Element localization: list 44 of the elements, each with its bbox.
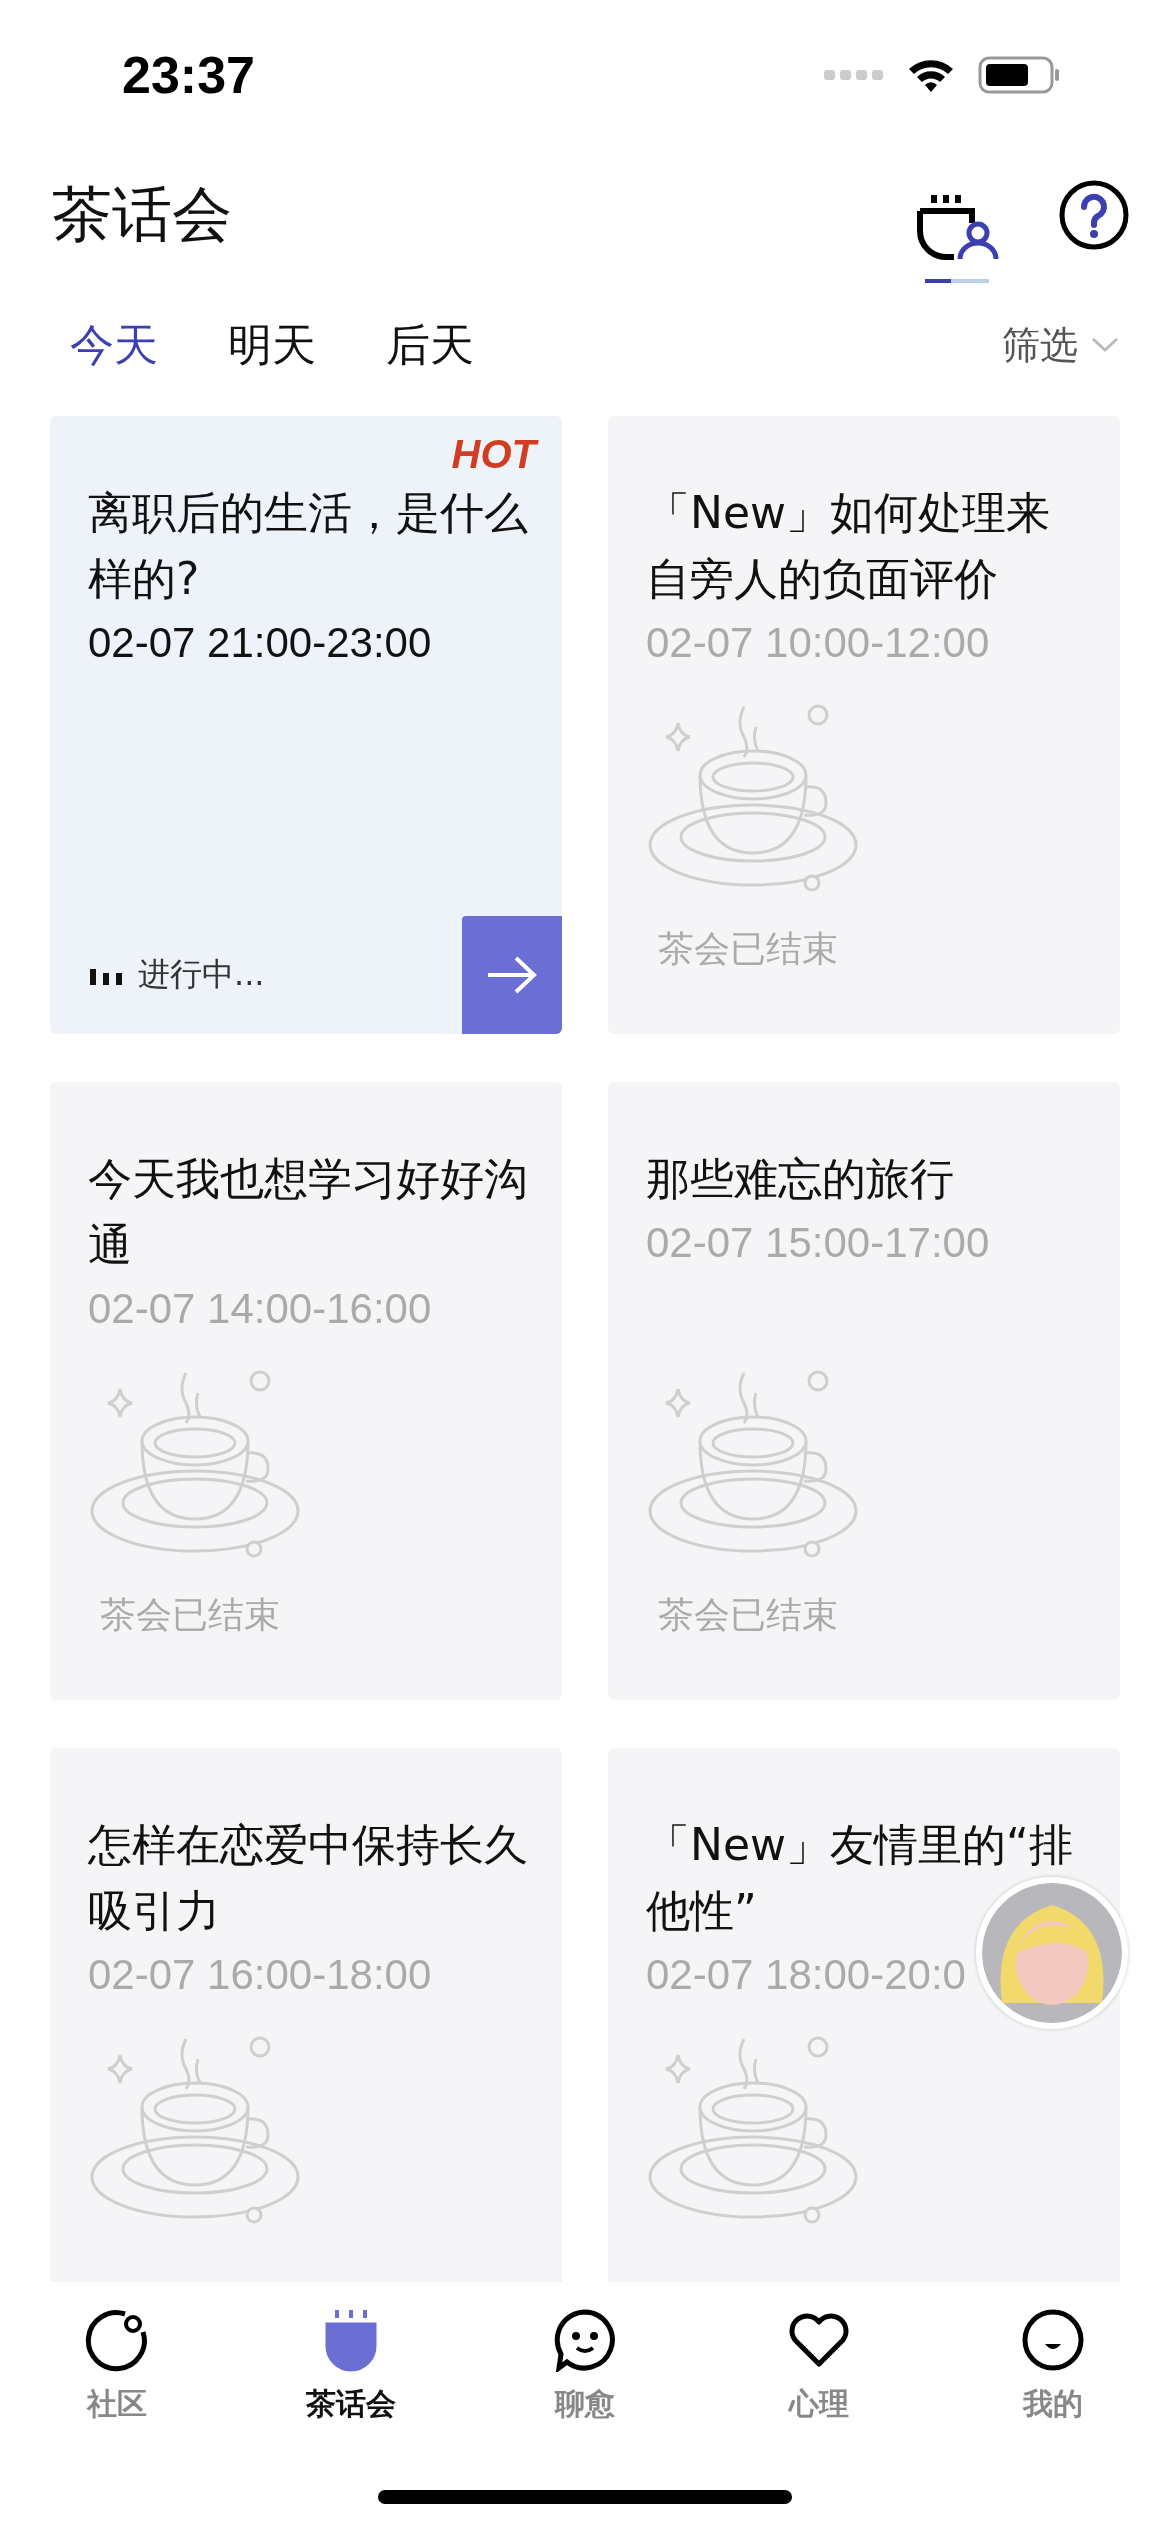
event-title: 离职后的生活，是什么样的?	[88, 486, 529, 606]
event-title: 那些难忘的旅行	[646, 1152, 954, 1206]
arrow-right-icon	[486, 955, 538, 995]
event-status: 茶会已结束	[658, 927, 838, 971]
tab-bar-item[interactable]: 聊愈	[468, 2308, 702, 2425]
day-tab[interactable]: 后天	[356, 315, 504, 375]
enter-button[interactable]	[462, 916, 562, 1034]
event-time: 02-07 10:00-12:00	[646, 618, 990, 668]
event-title: 「New」友情里的“排他性”	[646, 1818, 1074, 1938]
circle-dot-icon	[85, 2308, 149, 2372]
help-icon[interactable]	[1058, 179, 1130, 251]
signal-icon	[824, 68, 884, 82]
event-status: 进行中...	[138, 954, 265, 995]
page-title: 茶话会	[52, 177, 232, 251]
tab-bar-item[interactable]: 社区	[0, 2308, 234, 2425]
event-card[interactable]: 怎样在恋爱中保持长久吸引力 02-07 16:00-18:00	[50, 1748, 562, 2282]
tab-indicator	[925, 279, 989, 283]
avatar-figure-icon	[982, 1883, 1122, 2023]
event-card[interactable]: 「New」如何处理来自旁人的负面评价 02-07 10:00-12:00 茶会已结束	[608, 416, 1120, 1034]
event-time: 02-07 15:00-17:00	[646, 1218, 990, 1268]
event-card[interactable]: 今天我也想学习好好沟通 02-07 14:00-16:00 茶会已结束	[50, 1082, 562, 1700]
event-status: 茶会已结束	[658, 1593, 838, 1637]
tab-bar-item[interactable]: 心理	[702, 2308, 936, 2425]
event-time: 02-07 14:00-16:00	[88, 1284, 432, 1334]
event-time: 02-07 16:00-18:00	[88, 1950, 432, 2000]
tab-bar-item[interactable]: 茶话会	[234, 2308, 468, 2425]
chat-face-icon	[553, 2308, 617, 2372]
event-card[interactable]: 那些难忘的旅行 02-07 15:00-17:00 茶会已结束	[608, 1082, 1120, 1700]
event-title: 今天我也想学习好好沟通	[88, 1152, 529, 1272]
chevron-down-icon	[1090, 336, 1120, 354]
filter-button[interactable]: 筛选	[1002, 319, 1120, 371]
event-title: 怎样在恋爱中保持长久吸引力	[88, 1818, 529, 1938]
event-status: 茶会已结束	[100, 1593, 280, 1637]
event-card[interactable]: HOT 离职后的生活，是什么样的? 02-07 21:00-23:00 进行中...	[50, 416, 562, 1034]
smile-icon	[1021, 2308, 1085, 2372]
battery-icon	[978, 56, 1060, 94]
event-card[interactable]: 「New」友情里的“排他性” 02-07 18:00-20:0	[608, 1748, 1120, 2282]
status-time: 23:37	[122, 45, 255, 105]
event-time: 02-07 18:00-20:0	[646, 1950, 966, 2000]
day-tab[interactable]: 明天	[198, 315, 346, 375]
tab-bar-item[interactable]: 我的	[936, 2308, 1170, 2425]
day-tab[interactable]: 今天	[40, 315, 188, 375]
event-time: 02-07 21:00-23:00	[88, 618, 432, 668]
event-title: 「New」如何处理来自旁人的负面评价	[646, 486, 1051, 606]
